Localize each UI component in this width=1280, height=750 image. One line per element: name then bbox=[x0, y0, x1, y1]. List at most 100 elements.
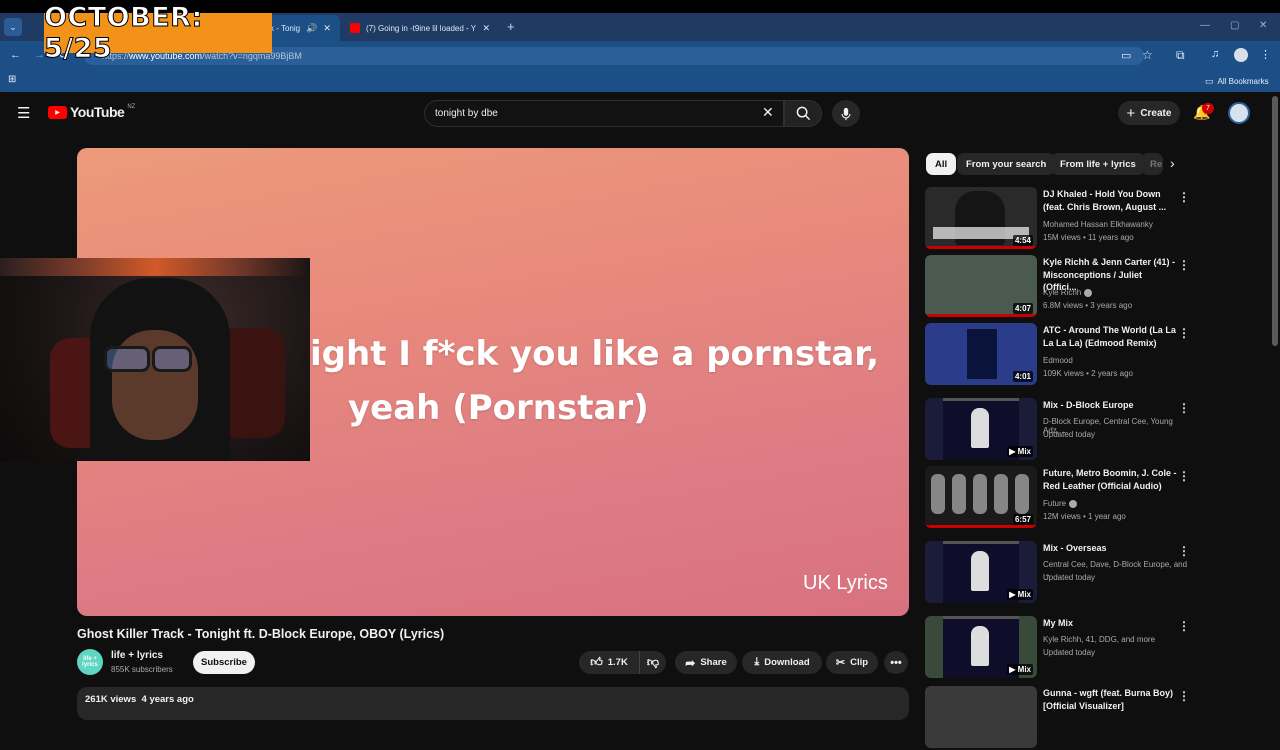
recommendation-item[interactable]: Gunna - wgft (feat. Burna Boy) [Official… bbox=[925, 686, 1190, 750]
clip-button[interactable]: ✂ Clip bbox=[826, 651, 878, 674]
more-options-icon[interactable]: ⋮ bbox=[1178, 326, 1190, 340]
apps-grid-icon[interactable]: ⊞ bbox=[8, 74, 16, 85]
more-options-icon[interactable]: ⋮ bbox=[1178, 619, 1190, 633]
recommendation-title: Mix - Overseas bbox=[1043, 543, 1107, 553]
video-watermark: UK Lyrics bbox=[803, 572, 888, 594]
duration-badge: ▶ Mix bbox=[1007, 446, 1033, 457]
recommendation-item[interactable]: 4:01 ATC - Around The World (La La La La … bbox=[925, 323, 1190, 387]
hamburger-menu-icon[interactable]: ☰ bbox=[17, 104, 30, 122]
recommendation-title: Future, Metro Boomin, J. Cole - Red Leat… bbox=[1043, 468, 1177, 491]
recommendation-channel: Future bbox=[1043, 499, 1078, 508]
duration-badge: 4:54 bbox=[1012, 235, 1033, 246]
recommendation-title: ATC - Around The World (La La La La La) … bbox=[1043, 325, 1176, 348]
clear-search-icon[interactable]: ✕ bbox=[762, 104, 774, 121]
channel-name[interactable]: life + lyrics bbox=[111, 650, 163, 661]
video-thumbnail[interactable]: 4:01 bbox=[925, 323, 1037, 385]
media-controls-icon[interactable]: ♫ bbox=[1211, 48, 1219, 60]
tab-search-button[interactable]: ⌄ bbox=[4, 18, 22, 36]
chevron-down-icon: ⌄ bbox=[9, 22, 17, 32]
create-button[interactable]: + Create bbox=[1118, 101, 1180, 125]
video-thumbnail[interactable] bbox=[925, 686, 1037, 748]
more-options-icon[interactable]: ⋮ bbox=[1178, 469, 1190, 483]
profile-avatar[interactable] bbox=[1234, 48, 1248, 62]
chips-next-chevron-icon[interactable]: › bbox=[1170, 155, 1175, 171]
duration-badge: 4:07 bbox=[1012, 303, 1033, 314]
tab-title: (7) Going in -t9ine lil loaded - Y bbox=[366, 23, 477, 33]
dislike-button[interactable]: 👎︎ bbox=[639, 651, 666, 674]
duration-badge: ▶ Mix bbox=[1007, 589, 1033, 600]
video-thumbnail[interactable]: ▶ Mix bbox=[925, 616, 1037, 678]
back-icon[interactable]: ← bbox=[10, 49, 21, 61]
youtube-play-icon: ▶ bbox=[48, 105, 67, 119]
bookmark-star-icon[interactable]: ☆ bbox=[1142, 48, 1153, 62]
like-button[interactable]: 👍︎ 1.7K bbox=[579, 651, 639, 674]
recommendation-title: DJ Khaled - Hold You Down (feat. Chris B… bbox=[1043, 189, 1167, 212]
all-bookmarks-button[interactable]: ▭ All Bookmarks bbox=[1205, 76, 1269, 87]
page-scrollbar[interactable] bbox=[1272, 96, 1278, 346]
plus-icon: + bbox=[1126, 104, 1136, 122]
recommendation-item[interactable]: ▶ Mix My Mix Kyle Richh, 41, DDG, and more… bbox=[925, 616, 1190, 680]
microphone-icon bbox=[841, 107, 851, 120]
more-actions-button[interactable]: ••• bbox=[884, 651, 908, 674]
recommendation-item[interactable]: ▶ Mix Mix - D-Block Europe D-Block Europe,… bbox=[925, 398, 1190, 462]
speaker-icon[interactable]: 🔊 bbox=[306, 23, 317, 34]
recommendation-item[interactable]: 4:54 DJ Khaled - Hold You Down (feat. Chr… bbox=[925, 187, 1190, 251]
webcam-background-light bbox=[0, 258, 310, 276]
create-label: Create bbox=[1140, 107, 1172, 119]
description-box[interactable]: 261K views 4 years ago bbox=[77, 687, 909, 720]
search-button[interactable] bbox=[784, 100, 822, 127]
more-horizontal-icon: ••• bbox=[890, 656, 902, 669]
tab-youtube-2[interactable]: (7) Going in -t9ine lil loaded - Y ✕ bbox=[342, 15, 498, 41]
recommendation-item[interactable]: ▶ Mix Mix - Overseas Central Cee, Dave, D-… bbox=[925, 541, 1190, 605]
video-thumbnail[interactable]: 6:57 bbox=[925, 466, 1037, 528]
lyric-line-2: yeah (Pornstar) bbox=[348, 388, 649, 428]
video-thumbnail[interactable]: 4:07 bbox=[925, 255, 1037, 317]
recommendation-title: Gunna - wgft (feat. Burna Boy) [Official… bbox=[1043, 688, 1173, 711]
close-icon[interactable]: ✕ bbox=[323, 23, 331, 34]
new-tab-icon[interactable]: + bbox=[507, 19, 515, 34]
recommendation-item[interactable]: 6:57 Future, Metro Boomin, J. Cole - Red … bbox=[925, 466, 1190, 530]
all-bookmarks-label: All Bookmarks bbox=[1217, 77, 1269, 86]
download-button[interactable]: ⤓ Download bbox=[742, 651, 822, 674]
more-options-icon[interactable]: ⋮ bbox=[1178, 258, 1190, 272]
video-thumbnail[interactable]: ▶ Mix bbox=[925, 541, 1037, 603]
voice-search-button[interactable] bbox=[832, 100, 860, 127]
thumbs-down-icon: 👎︎ bbox=[646, 655, 660, 669]
video-thumbnail[interactable]: 4:54 bbox=[925, 187, 1037, 249]
more-options-icon[interactable]: ⋮ bbox=[1178, 401, 1190, 415]
youtube-logo[interactable]: ▶ YouTube NZ bbox=[48, 104, 135, 120]
extensions-icon[interactable]: ⧉ bbox=[1176, 48, 1185, 63]
clip-label: Clip bbox=[850, 657, 869, 668]
verified-icon bbox=[1069, 499, 1078, 508]
subscribe-button[interactable]: Subscribe bbox=[193, 651, 255, 674]
close-icon[interactable]: ✕ bbox=[482, 23, 490, 34]
maximize-icon[interactable]: ▢ bbox=[1230, 20, 1239, 31]
more-options-icon[interactable]: ⋮ bbox=[1178, 544, 1190, 558]
account-avatar[interactable] bbox=[1228, 102, 1250, 124]
download-label: Download bbox=[764, 657, 810, 668]
chip-all[interactable]: All bbox=[926, 153, 957, 175]
video-title: Ghost Killer Track - Tonight ft. D-Block… bbox=[77, 627, 445, 641]
thumbs-up-icon: 👍︎ bbox=[590, 655, 603, 669]
menu-kebab-icon[interactable]: ⋮ bbox=[1260, 48, 1271, 61]
like-count: 1.7K bbox=[607, 657, 628, 668]
chip-from-your-search[interactable]: From your search bbox=[957, 153, 1056, 175]
chip-partial[interactable]: Re bbox=[1141, 153, 1163, 175]
month-counter-overlay: OCTOBER: 5/25 bbox=[44, 2, 272, 65]
recommendation-meta: 15M views • 11 years ago bbox=[1043, 233, 1134, 242]
recommendation-item[interactable]: 4:07 Kyle Richh & Jenn Carter (41) - Misc… bbox=[925, 255, 1190, 319]
minimize-icon[interactable]: — bbox=[1200, 20, 1210, 31]
more-options-icon[interactable]: ⋮ bbox=[1178, 689, 1190, 703]
more-options-icon[interactable]: ⋮ bbox=[1178, 190, 1190, 204]
close-window-icon[interactable]: ✕ bbox=[1259, 20, 1267, 31]
channel-avatar[interactable]: life + lyrics bbox=[77, 649, 103, 675]
share-label: Share bbox=[700, 657, 727, 668]
recommendation-meta: Updated today bbox=[1043, 573, 1096, 582]
subscriber-count: 855K subscribers bbox=[111, 665, 173, 674]
chip-from-life-lyrics[interactable]: From life + lyrics bbox=[1051, 153, 1145, 175]
cast-icon[interactable]: ▭ bbox=[1121, 49, 1131, 62]
search-icon bbox=[796, 106, 810, 121]
search-input[interactable]: tonight by dbe bbox=[424, 100, 784, 127]
share-button[interactable]: ➦ Share bbox=[675, 651, 737, 674]
video-thumbnail[interactable]: ▶ Mix bbox=[925, 398, 1037, 460]
